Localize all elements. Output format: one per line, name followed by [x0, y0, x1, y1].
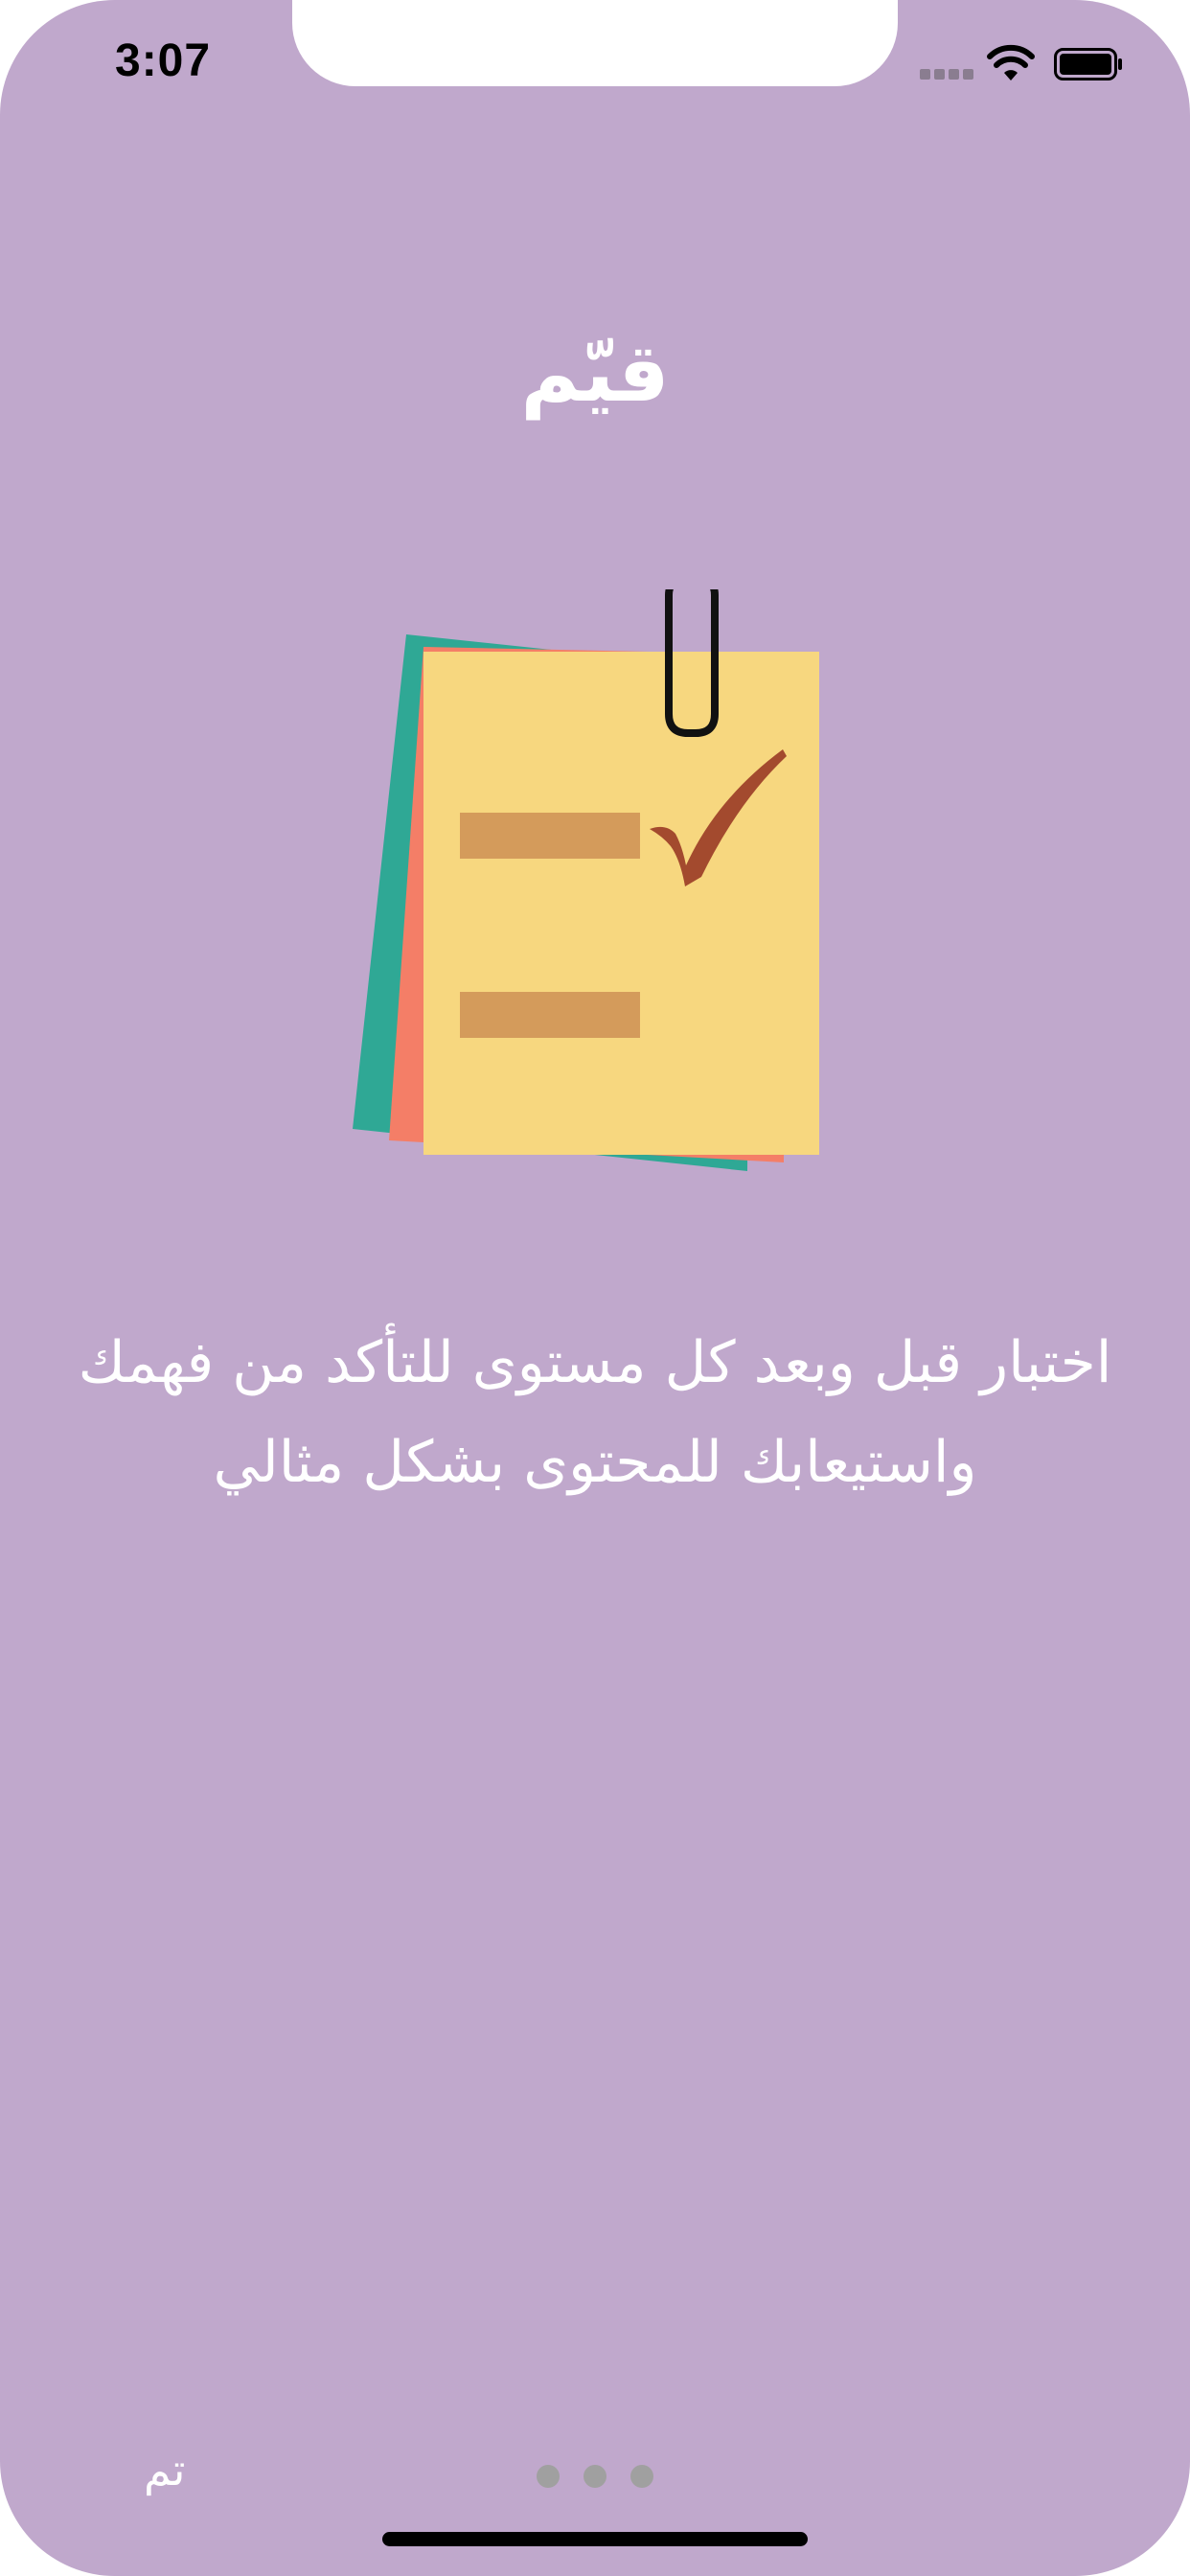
page-title: قيّم: [520, 326, 670, 420]
wifi-icon: [987, 44, 1035, 80]
yellow-note: [423, 652, 819, 1155]
checklist-notes-illustration: [353, 589, 819, 1171]
page-indicator[interactable]: [537, 2465, 653, 2488]
line-bar-2: [460, 992, 640, 1038]
device-notch: [292, 0, 898, 86]
onboarding-screen: 3:07 قيّم اختبار قبل وبعد كل مستوى للتأك…: [0, 0, 1190, 2576]
page-dot-3[interactable]: [630, 2465, 653, 2488]
description-line-2: واستيعابك للمحتوى بشكل مثالي: [213, 1429, 977, 1496]
page-dot-2[interactable]: [584, 2465, 606, 2488]
page-dot-1[interactable]: [537, 2465, 560, 2488]
description-line-1: اختبار قبل وبعد كل مستوى للتأكد من فهمك: [78, 1329, 1112, 1396]
cellular-signal-icon: [920, 69, 973, 80]
battery-icon: [1054, 48, 1122, 80]
feature-description: اختبار قبل وبعد كل مستوى للتأكد من فهمك …: [57, 1313, 1133, 1512]
status-time: 3:07: [115, 35, 212, 86]
line-bar-1: [460, 813, 640, 859]
done-button[interactable]: تم: [144, 2444, 185, 2496]
home-indicator[interactable]: [382, 2532, 808, 2546]
